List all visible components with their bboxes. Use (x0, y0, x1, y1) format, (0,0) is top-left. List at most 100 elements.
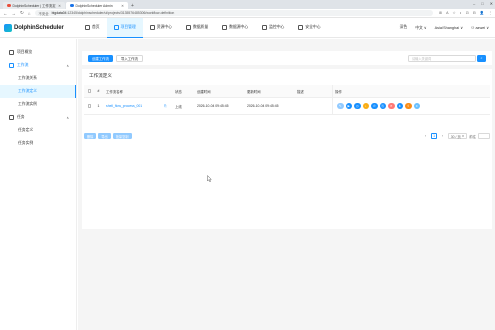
extension-icon[interactable]: A (446, 11, 448, 15)
home-icon[interactable]: ⌂ (28, 11, 31, 16)
col-description: 描述 (297, 89, 304, 94)
run-op-icon[interactable]: ▶ (345, 102, 352, 110)
table-footer: 删除 导出 批量复制 ‹ 1 › 30 / 页 ∨ 前往 (84, 131, 490, 141)
user-name: azwei (475, 26, 486, 30)
import-workflow-button[interactable]: 导入工作流 (115, 54, 143, 62)
maximize-icon[interactable]: □ (481, 1, 483, 6)
main-nav: 首页 项目管理 资源中心 数据质量 数据源中心 监控中心 安全中心 (78, 17, 328, 38)
new-tab-button[interactable]: + (131, 2, 134, 9)
cron-op-icon[interactable]: ⏱ (371, 102, 378, 110)
extension-icon[interactable]: ☆ (452, 11, 455, 15)
nav-item-label: 数据源中心 (229, 25, 249, 29)
minimize-icon[interactable]: – (473, 1, 475, 6)
user-menu[interactable]: ⚇ azwei ∨ (471, 25, 489, 30)
sidebar-subitem[interactable]: 工作流实例 (0, 98, 76, 111)
nav-item-label: 监控中心 (269, 25, 285, 29)
delete-op-icon[interactable]: ✕ (388, 102, 395, 110)
task-icon (9, 115, 14, 120)
reload-icon[interactable]: ↻ (20, 10, 24, 16)
sidebar-subitem[interactable]: 工作流关系 (0, 72, 76, 85)
url-field[interactable]: 不安全 bigdata04 :12345/dolphinscheduler/ui… (34, 9, 434, 17)
workflow-table: # 工作流名称 状态 创建时间 更新时间 描述 操作 1 shell_flow_p… (84, 85, 490, 115)
nav-item[interactable]: 项目管理 (106, 17, 143, 38)
header-right: 深色 中文 ∨ Asia/Shanghai ∨ ⚇ azwei ∨ (400, 25, 495, 31)
version-op-icon[interactable]: ≡ (413, 102, 420, 110)
select-all-checkbox[interactable] (87, 89, 92, 93)
overview-icon (9, 50, 14, 55)
next-page-icon[interactable]: › (439, 132, 446, 140)
browser-tab-2[interactable]: DolphinScheduler Admin ✕ (66, 2, 128, 9)
online-op-icon[interactable]: ↓ (362, 102, 369, 110)
timezone-select[interactable]: Asia/Shanghai ∨ (435, 25, 463, 30)
theme-toggle[interactable]: 深色 (400, 25, 408, 30)
sidebar-group-task[interactable]: 任务 ∧ (0, 111, 76, 124)
language-select[interactable]: 中文 ∨ (415, 25, 426, 31)
timezone-label: Asia/Shanghai (434, 26, 460, 30)
brand-logo[interactable]: DolphinScheduler (0, 23, 78, 32)
batch-button[interactable]: 导出 (98, 132, 111, 140)
sidebar-item-overview[interactable]: 项目概览 (0, 46, 76, 59)
create-workflow-button[interactable]: 创建工作流 (88, 54, 113, 62)
nav-item[interactable]: 安全中心 (291, 18, 327, 38)
nav-item-label: 项目管理 (120, 24, 136, 29)
back-icon[interactable]: ← (3, 11, 8, 16)
extension-icon[interactable]: ⊡ (466, 11, 469, 15)
project-icon (113, 24, 119, 30)
chevron-down-icon: ∨ (460, 26, 463, 30)
workflow-name-link[interactable]: shell_flow_process_001 (104, 104, 162, 108)
page-size-label: 30 / 页 (450, 134, 461, 139)
browser-tab-1[interactable]: DolphinScheduler | 工作流定 ✕ (3, 2, 65, 9)
extension-icon[interactable]: ⋮ (488, 11, 492, 15)
page-1-button[interactable]: 1 (430, 132, 438, 140)
pagination: ‹ 1 › 30 / 页 ∨ 前往 (422, 132, 490, 140)
extension-icon[interactable]: ◐ (460, 11, 462, 15)
nav-item[interactable]: 数据质量 (179, 18, 215, 38)
window-controls: – □ ✕ (473, 1, 493, 6)
nav-item-label: 数据质量 (192, 25, 209, 29)
nav-item[interactable]: 资源中心 (143, 18, 179, 38)
search-input[interactable]: 请输入关键词 (408, 54, 476, 62)
batch-button[interactable]: 删除 (84, 132, 97, 140)
nav-item[interactable]: 数据源中心 (215, 18, 255, 38)
mouse-cursor-icon (207, 175, 212, 182)
extension-icon[interactable]: ⊞ (439, 11, 442, 15)
security-icon (298, 25, 304, 30)
nav-item-label: 安全中心 (305, 25, 321, 29)
close-tab-icon[interactable]: ✕ (121, 4, 124, 8)
sidebar-item-label: 工作流 (17, 63, 29, 67)
nav-item[interactable]: 监控中心 (255, 18, 291, 38)
jump-label: 前往 (469, 134, 476, 139)
col-operation: 操作 (332, 85, 490, 97)
sidebar-group-workflow[interactable]: 工作流 ∧ (0, 59, 76, 72)
action-toolbar: 创建工作流 导入工作流 请输入关键词 ⌕ (82, 51, 492, 65)
row-no: 1 (97, 104, 100, 108)
nav-item[interactable]: 首页 (78, 18, 107, 38)
url-host: bigdata04 (51, 11, 67, 15)
jump-input[interactable] (478, 132, 490, 140)
edit-op-icon[interactable]: ✎ (337, 102, 344, 110)
folder-icon (149, 25, 155, 30)
close-window-icon[interactable]: ✕ (490, 1, 493, 6)
sidebar-subitem[interactable]: 任务定义 (0, 124, 76, 137)
prev-page-icon[interactable]: ‹ (422, 132, 429, 140)
row-checkbox[interactable] (87, 104, 92, 108)
extension-icon[interactable]: ⊟ (473, 11, 476, 15)
language-label: 中文 (415, 25, 423, 30)
browser-tabbar: DolphinScheduler | 工作流定 ✕ DolphinSchedul… (0, 0, 495, 9)
tree-op-icon[interactable]: ⋔ (396, 102, 403, 110)
copy-name-icon[interactable]: ⎘ (162, 104, 173, 108)
create-time: 2026-10-04 09:45:45 (197, 104, 229, 108)
sidebar-subitem[interactable]: 工作流定义 (0, 85, 76, 98)
forward-icon[interactable]: → (12, 11, 17, 16)
sidebar-subitem[interactable]: 任务实例 (0, 137, 76, 150)
batch-button[interactable]: 批量复制 (112, 132, 132, 140)
page-size-select[interactable]: 30 / 页 ∨ (447, 132, 468, 140)
select-all-cell (84, 89, 93, 93)
search-button[interactable]: ⌕ (477, 54, 486, 62)
close-tab-icon[interactable]: ✕ (58, 4, 61, 8)
copy-op-icon[interactable]: ⎘ (379, 102, 386, 110)
url-path: :12345/dolphinscheduler/ui/projects/3135… (66, 11, 175, 15)
extension-icon[interactable]: 👤 (480, 11, 484, 15)
export-op-icon[interactable]: ⇪ (405, 102, 412, 110)
timing-op-icon[interactable]: ◷ (354, 102, 361, 110)
